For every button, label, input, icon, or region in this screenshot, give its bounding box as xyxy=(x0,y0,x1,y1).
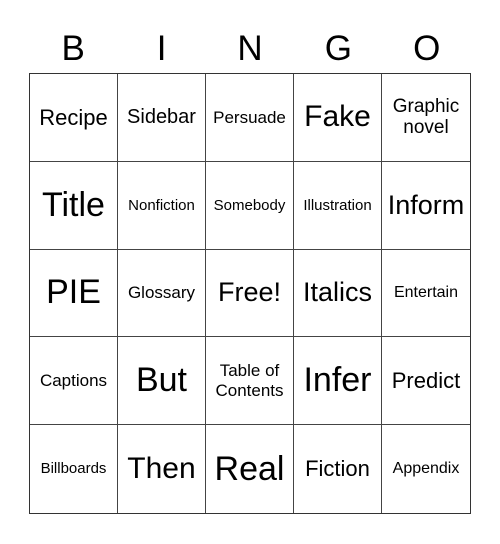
bingo-cell[interactable]: Italics xyxy=(294,249,382,338)
bingo-cell[interactable]: Fiction xyxy=(294,425,382,513)
bingo-cell[interactable]: Graphic novel xyxy=(382,74,470,162)
bingo-board: Recipe Sidebar Persuade Fake Graphic nov… xyxy=(29,73,471,514)
bingo-cell[interactable]: Glossary xyxy=(118,249,206,338)
header-letter-n: N xyxy=(237,29,263,68)
bingo-cell[interactable]: PIE xyxy=(30,249,118,338)
header-letter-i: I xyxy=(156,29,167,68)
bingo-cell[interactable]: Nonfiction xyxy=(118,161,206,250)
bingo-cell[interactable]: Table of Contents xyxy=(206,337,294,426)
bingo-cell[interactable]: Somebody xyxy=(206,161,294,250)
bingo-cell[interactable]: Infer xyxy=(294,337,382,426)
bingo-cell[interactable]: Real xyxy=(206,425,294,513)
bingo-cell[interactable]: Title xyxy=(30,161,118,250)
bingo-cell[interactable]: Entertain xyxy=(382,250,470,338)
bingo-cell[interactable]: Sidebar xyxy=(118,74,206,162)
bingo-cell[interactable]: Then xyxy=(118,425,206,513)
bingo-cell[interactable]: Fake xyxy=(294,74,382,162)
bingo-cell[interactable]: Captions xyxy=(30,337,118,426)
free-space-cell[interactable]: Free! xyxy=(206,249,294,338)
bingo-cell[interactable]: Illustration xyxy=(294,161,382,250)
bingo-cell[interactable]: Predict xyxy=(382,337,470,426)
bingo-cell[interactable]: Recipe xyxy=(30,74,118,162)
bingo-header: B I N G O xyxy=(29,26,471,72)
bingo-cell[interactable]: Inform xyxy=(382,162,470,250)
header-letter-b: B xyxy=(61,29,85,68)
header-letter-g: G xyxy=(324,29,352,68)
bingo-cell[interactable]: Persuade xyxy=(206,74,294,162)
bingo-cell[interactable]: Appendix xyxy=(382,425,470,513)
bingo-cell[interactable]: Billboards xyxy=(30,425,118,513)
bingo-cell[interactable]: But xyxy=(118,337,206,426)
header-letter-o: O xyxy=(413,29,441,68)
